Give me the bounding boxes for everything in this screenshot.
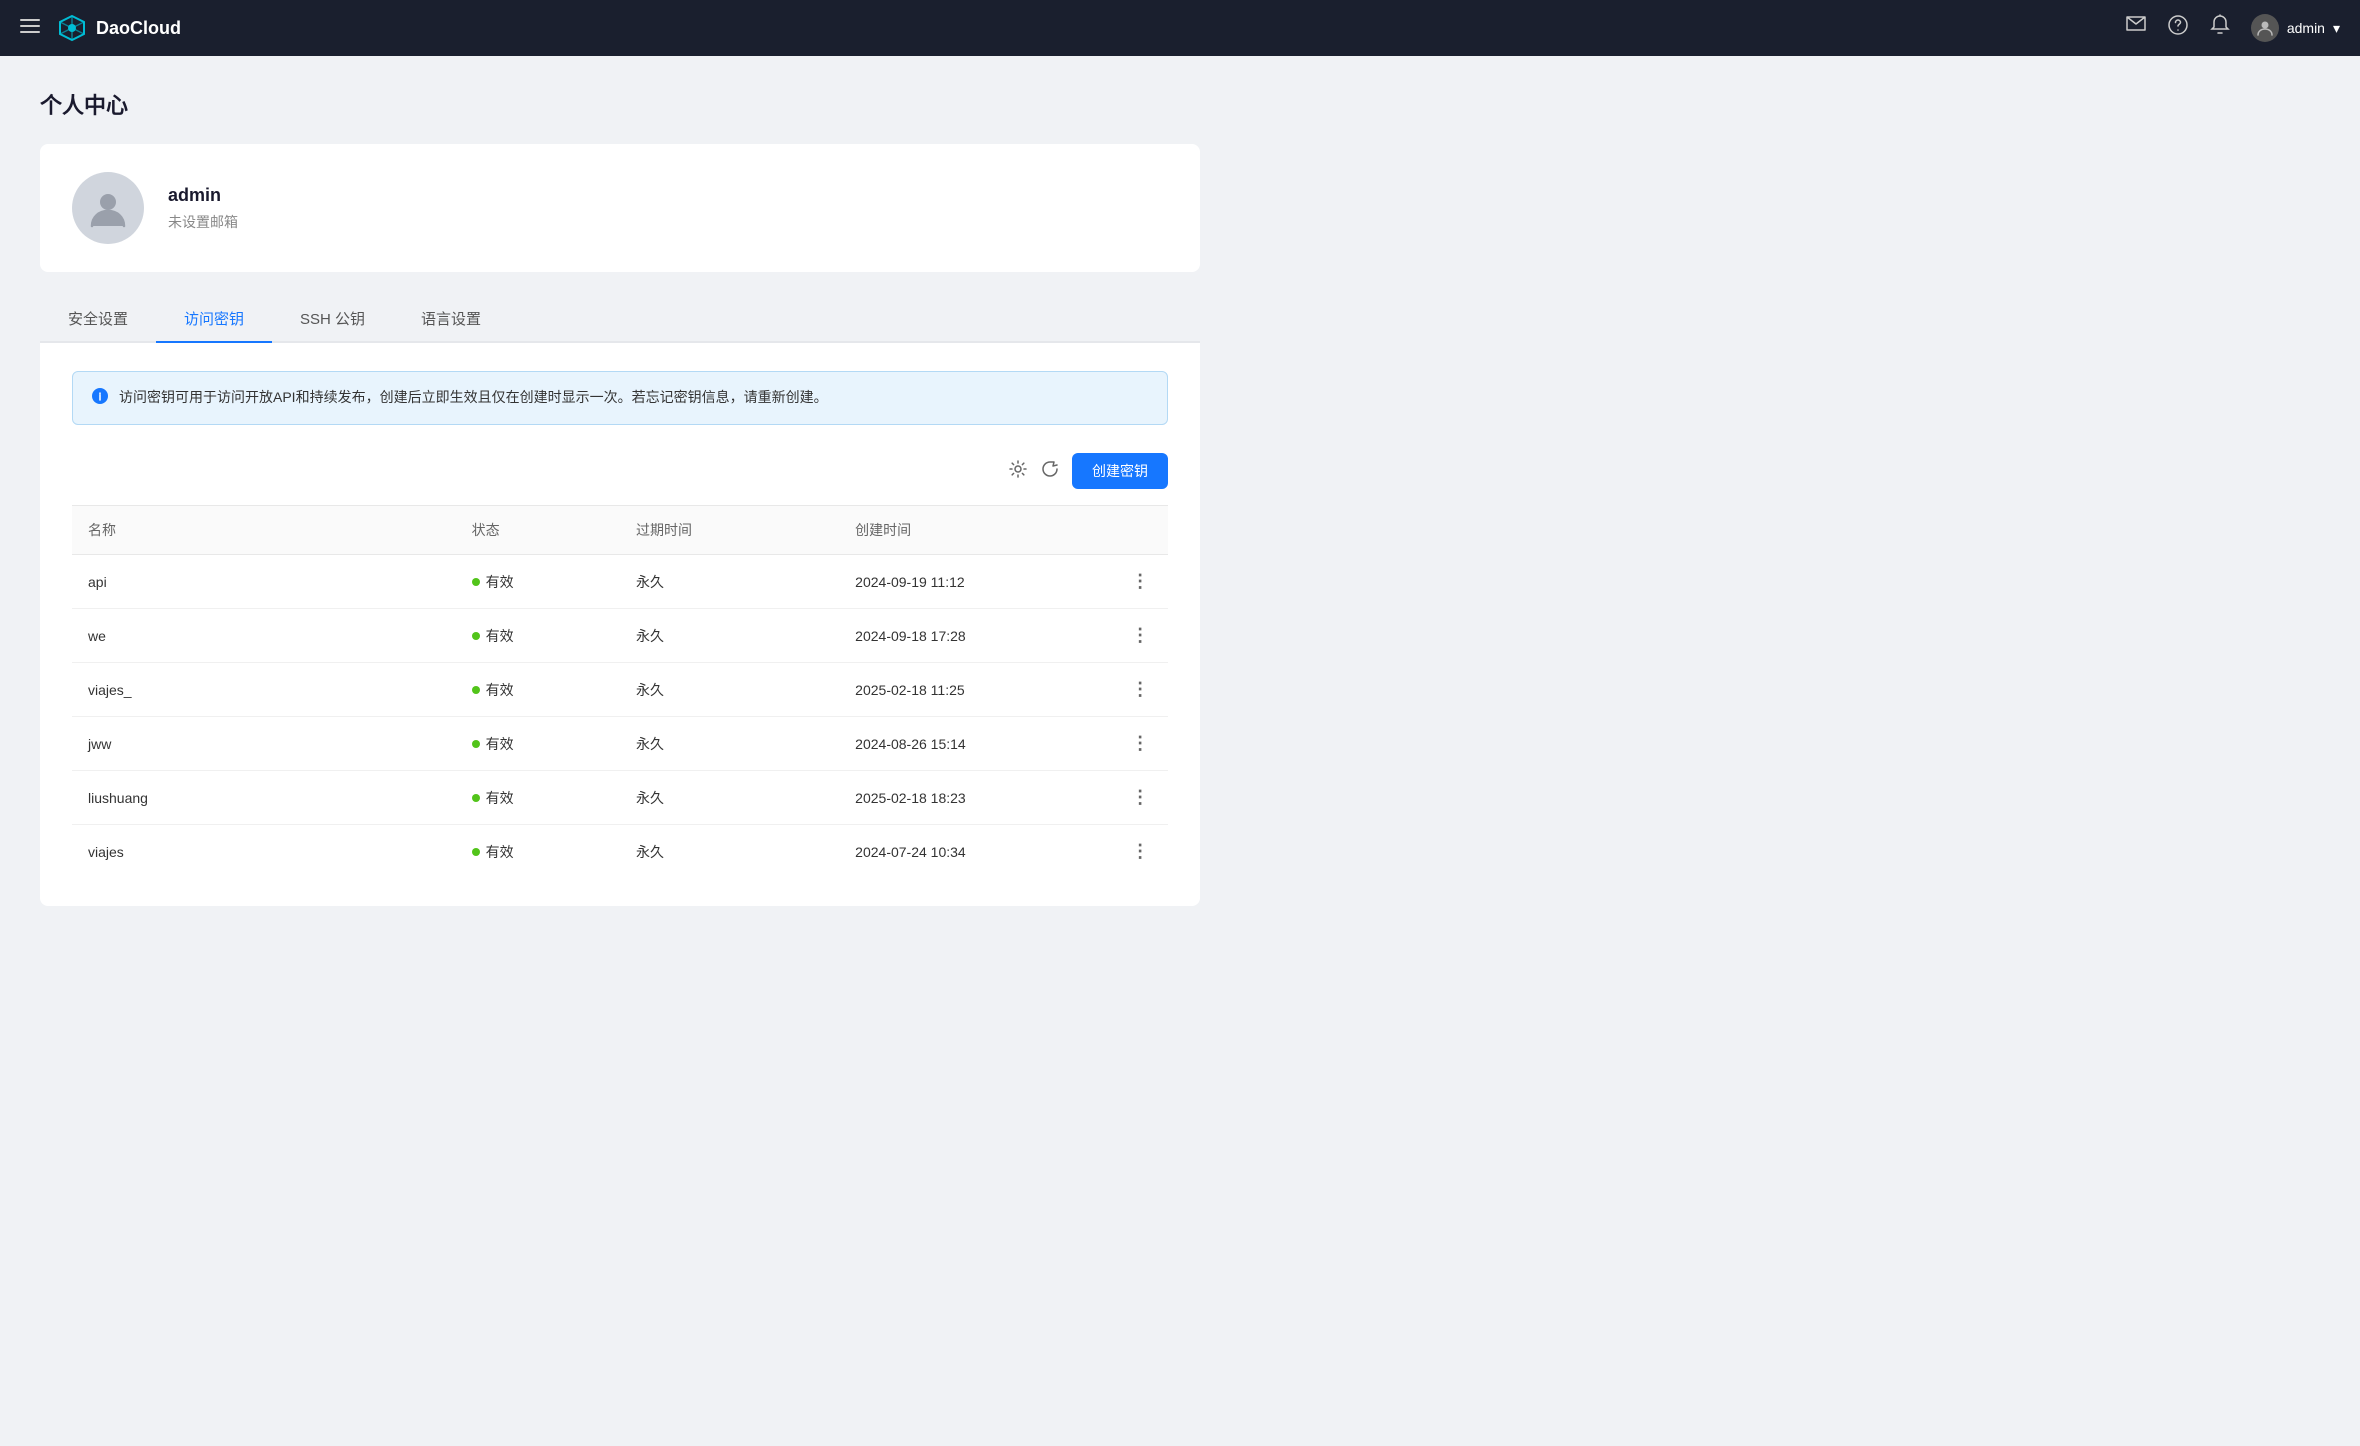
cell-name-4: liushuang: [72, 771, 456, 825]
status-dot-1: [472, 632, 480, 640]
col-header-name: 名称: [72, 506, 456, 555]
status-text-5: 有效: [486, 842, 514, 862]
create-key-button[interactable]: 创建密钥: [1072, 453, 1168, 489]
main-content: 个人中心 admin 未设置邮箱 安全设置 访问密钥 SSH 公钥 语言设置: [0, 56, 2360, 938]
cell-name-0: api: [72, 555, 456, 609]
row-action-menu-1[interactable]: ⋮: [1131, 625, 1150, 645]
cell-created-3: 2024-08-26 15:14: [839, 717, 1113, 771]
cell-expire-5: 永久: [620, 825, 839, 879]
user-dropdown-icon: ▾: [2333, 20, 2340, 37]
logo-text: DaoCloud: [96, 18, 181, 39]
col-header-created: 创建时间: [839, 506, 1113, 555]
cell-status-3: 有效: [456, 717, 620, 771]
table-row: jww 有效 永久 2024-08-26 15:14 ⋮: [72, 717, 1168, 771]
page-title: 个人中心: [40, 88, 2320, 120]
table-body: api 有效 永久 2024-09-19 11:12 ⋮ we 有效 永久: [72, 555, 1168, 879]
row-action-menu-0[interactable]: ⋮: [1131, 571, 1150, 591]
tab-content-access-key: 访问密钥可用于访问开放API和持续发布，创建后立即生效且仅在创建时显示一次。若忘…: [40, 343, 1200, 906]
avatar-icon: [86, 186, 130, 230]
status-dot-4: [472, 794, 480, 802]
cell-actions-1: ⋮: [1113, 609, 1168, 663]
profile-username: admin: [168, 185, 238, 206]
status-dot-2: [472, 686, 480, 694]
hamburger-menu-icon[interactable]: [20, 16, 40, 41]
cell-actions-2: ⋮: [1113, 663, 1168, 717]
cell-status-5: 有效: [456, 825, 620, 879]
status-text-2: 有效: [486, 680, 514, 700]
info-text: 访问密钥可用于访问开放API和持续发布，创建后立即生效且仅在创建时显示一次。若忘…: [119, 386, 828, 408]
col-header-actions: [1113, 506, 1168, 555]
cell-expire-0: 永久: [620, 555, 839, 609]
status-text-0: 有效: [486, 572, 514, 592]
tabs-section: 安全设置 访问密钥 SSH 公钥 语言设置 访问密钥可用于访问开放API和持续发…: [40, 296, 1200, 906]
info-banner: 访问密钥可用于访问开放API和持续发布，创建后立即生效且仅在创建时显示一次。若忘…: [72, 371, 1168, 425]
table-row: viajes 有效 永久 2024-07-24 10:34 ⋮: [72, 825, 1168, 879]
cell-expire-2: 永久: [620, 663, 839, 717]
cell-actions-4: ⋮: [1113, 771, 1168, 825]
user-menu[interactable]: admin ▾: [2251, 14, 2340, 42]
status-dot-0: [472, 578, 480, 586]
profile-card: admin 未设置邮箱: [40, 144, 1200, 272]
tab-ssh-key[interactable]: SSH 公钥: [272, 296, 393, 343]
status-text-1: 有效: [486, 626, 514, 646]
cell-status-4: 有效: [456, 771, 620, 825]
cell-created-0: 2024-09-19 11:12: [839, 555, 1113, 609]
profile-avatar: [72, 172, 144, 244]
profile-info: admin 未设置邮箱: [168, 185, 238, 232]
message-icon[interactable]: [2125, 14, 2147, 42]
row-action-menu-3[interactable]: ⋮: [1131, 733, 1150, 753]
settings-icon[interactable]: [1008, 459, 1028, 484]
col-header-expire: 过期时间: [620, 506, 839, 555]
toolbar: 创建密钥: [72, 453, 1168, 489]
cell-expire-3: 永久: [620, 717, 839, 771]
refresh-icon[interactable]: [1040, 459, 1060, 484]
nav-left: DaoCloud: [20, 12, 181, 44]
bell-icon[interactable]: [2209, 14, 2231, 42]
access-keys-table: 名称 状态 过期时间 创建时间 api 有效 永久 2024-09-19 11:…: [72, 505, 1168, 878]
tab-language[interactable]: 语言设置: [393, 296, 509, 343]
cell-name-5: viajes: [72, 825, 456, 879]
status-dot-3: [472, 740, 480, 748]
help-icon[interactable]: [2167, 14, 2189, 42]
cell-actions-5: ⋮: [1113, 825, 1168, 879]
table-row: we 有效 永久 2024-09-18 17:28 ⋮: [72, 609, 1168, 663]
table-row: liushuang 有效 永久 2025-02-18 18:23 ⋮: [72, 771, 1168, 825]
cell-expire-4: 永久: [620, 771, 839, 825]
table-row: viajes_ 有效 永久 2025-02-18 11:25 ⋮: [72, 663, 1168, 717]
cell-status-0: 有效: [456, 555, 620, 609]
status-text-4: 有效: [486, 788, 514, 808]
table-header: 名称 状态 过期时间 创建时间: [72, 506, 1168, 555]
cell-name-2: viajes_: [72, 663, 456, 717]
cell-created-2: 2025-02-18 11:25: [839, 663, 1113, 717]
cell-actions-0: ⋮: [1113, 555, 1168, 609]
table-row: api 有效 永久 2024-09-19 11:12 ⋮: [72, 555, 1168, 609]
cell-created-4: 2025-02-18 18:23: [839, 771, 1113, 825]
profile-email: 未设置邮箱: [168, 212, 238, 232]
col-header-status: 状态: [456, 506, 620, 555]
cell-actions-3: ⋮: [1113, 717, 1168, 771]
cell-created-5: 2024-07-24 10:34: [839, 825, 1113, 879]
row-action-menu-5[interactable]: ⋮: [1131, 841, 1150, 861]
status-text-3: 有效: [486, 734, 514, 754]
cell-name-3: jww: [72, 717, 456, 771]
logo-icon: [56, 12, 88, 44]
top-navigation: DaoCloud admin ▾: [0, 0, 2360, 56]
cell-created-1: 2024-09-18 17:28: [839, 609, 1113, 663]
row-action-menu-2[interactable]: ⋮: [1131, 679, 1150, 699]
status-dot-5: [472, 848, 480, 856]
tab-access-key[interactable]: 访问密钥: [156, 296, 272, 343]
user-avatar: [2251, 14, 2279, 42]
user-name-label: admin: [2287, 20, 2325, 36]
info-icon: [91, 387, 109, 410]
cell-name-1: we: [72, 609, 456, 663]
cell-expire-1: 永久: [620, 609, 839, 663]
cell-status-2: 有效: [456, 663, 620, 717]
logo[interactable]: DaoCloud: [56, 12, 181, 44]
tabs-header: 安全设置 访问密钥 SSH 公钥 语言设置: [40, 296, 1200, 343]
cell-status-1: 有效: [456, 609, 620, 663]
nav-right: admin ▾: [2125, 14, 2340, 42]
row-action-menu-4[interactable]: ⋮: [1131, 787, 1150, 807]
tab-security[interactable]: 安全设置: [40, 296, 156, 343]
